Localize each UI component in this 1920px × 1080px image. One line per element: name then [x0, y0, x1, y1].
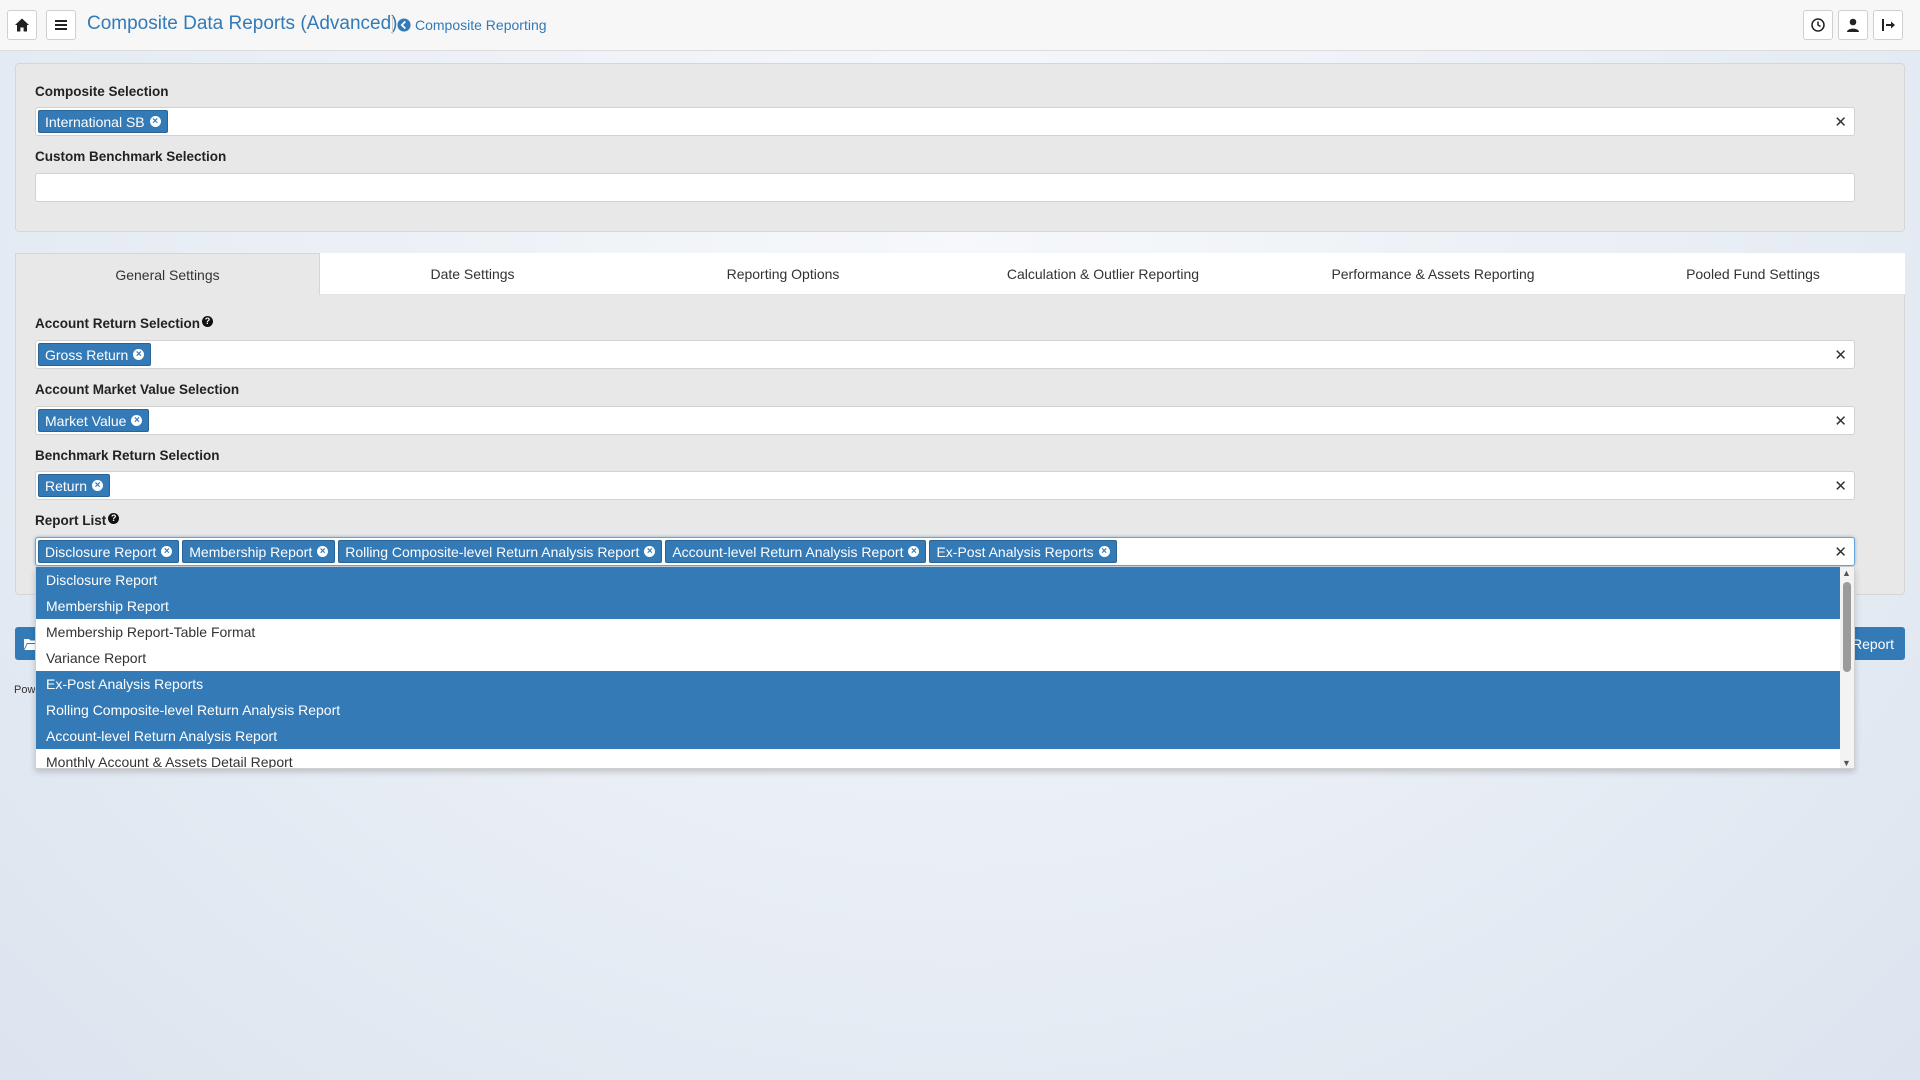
tab-performance-assets[interactable]: Performance & Assets Reporting [1265, 253, 1601, 295]
footer-powered-by: Pow [14, 684, 36, 696]
scroll-thumb[interactable] [1843, 582, 1851, 672]
report-tag: Account-level Return Analysis Report × [665, 540, 927, 563]
report-list-dropdown: Disclosure Report Membership Report Member… [35, 567, 1855, 769]
dropdown-option[interactable]: Membership Report-Table Format [36, 619, 1840, 645]
dropdown-options: Disclosure Report Membership Report Member… [36, 567, 1854, 768]
dropdown-option[interactable]: Membership Report [36, 593, 1840, 619]
remove-tag-icon[interactable]: × [149, 116, 161, 127]
remove-tag-icon[interactable]: × [133, 349, 145, 360]
clear-composite-icon[interactable]: ✕ [1834, 113, 1847, 131]
settings-tabs: General Settings Date Settings Reporting… [15, 253, 1905, 295]
report-tag: Membership Report × [182, 540, 336, 563]
home-button[interactable] [7, 10, 37, 40]
help-icon[interactable]: ? [202, 316, 214, 327]
clear-benchmark-return-icon[interactable]: ✕ [1834, 477, 1847, 495]
clear-account-return-icon[interactable]: ✕ [1834, 346, 1847, 364]
breadcrumb-label: Composite Reporting [415, 17, 547, 33]
remove-tag-icon[interactable]: × [92, 480, 104, 491]
help-icon[interactable]: ? [108, 513, 120, 524]
user-icon [1847, 18, 1859, 32]
benchmark-return-input[interactable]: Return × ✕ [35, 471, 1855, 500]
menu-button[interactable] [46, 10, 76, 40]
custom-benchmark-input[interactable] [35, 173, 1855, 202]
composite-tag: International SB × [38, 110, 168, 133]
benchmark-return-label: Benchmark Return Selection [35, 448, 220, 463]
sign-out-icon [1882, 19, 1895, 31]
tab-calculation-outlier[interactable]: Calculation & Outlier Reporting [941, 253, 1265, 295]
report-tag: Ex-Post Analysis Reports × [929, 540, 1117, 563]
top-navbar: Composite Data Reports (Advanced) Compos… [0, 0, 1920, 51]
report-tag: Rolling Composite-level Return Analysis … [338, 540, 663, 563]
hamburger-menu-icon [55, 20, 67, 30]
report-tag: Disclosure Report × [38, 540, 180, 563]
breadcrumb-composite-reporting[interactable]: Composite Reporting [392, 16, 547, 34]
report-list-input[interactable]: Disclosure Report × Membership Report × Ro… [35, 537, 1855, 566]
dropdown-option[interactable]: Account-level Return Analysis Report [36, 723, 1840, 749]
scroll-down-icon[interactable]: ▼ [1842, 758, 1851, 768]
account-return-tag: Gross Return × [38, 343, 152, 366]
account-return-label: Account Return Selection? [35, 316, 214, 331]
dropdown-option[interactable]: Disclosure Report [36, 567, 1840, 593]
tab-general-settings[interactable]: General Settings [15, 253, 320, 295]
user-profile-button[interactable] [1838, 10, 1868, 40]
market-value-input[interactable]: Market Value × ✕ [35, 406, 1855, 435]
account-return-input[interactable]: Gross Return × ✕ [35, 340, 1855, 369]
scroll-up-icon[interactable]: ▲ [1842, 568, 1851, 578]
remove-tag-icon[interactable]: × [161, 546, 173, 557]
history-button[interactable] [1803, 10, 1833, 40]
remove-tag-icon[interactable]: × [644, 546, 656, 557]
page-title: Composite Data Reports (Advanced) [87, 13, 398, 34]
circle-arrow-left-icon [397, 18, 411, 32]
dropdown-option[interactable]: Rolling Composite-level Return Analysis … [36, 697, 1840, 723]
remove-tag-icon[interactable]: × [1098, 546, 1110, 557]
remove-tag-icon[interactable]: × [908, 546, 920, 557]
dropdown-scrollbar[interactable]: ▲ ▼ [1840, 567, 1854, 768]
benchmark-return-tag: Return × [38, 474, 111, 497]
market-value-tag: Market Value × [38, 409, 150, 432]
tab-pooled-fund-settings[interactable]: Pooled Fund Settings [1601, 253, 1905, 295]
dropdown-option[interactable]: Ex-Post Analysis Reports [36, 671, 1840, 697]
composite-selection-label: Composite Selection [35, 84, 169, 99]
remove-tag-icon[interactable]: × [131, 415, 143, 426]
report-list-label: Report List? [35, 513, 120, 528]
logout-button[interactable] [1873, 10, 1903, 40]
tab-reporting-options[interactable]: Reporting Options [625, 253, 941, 295]
market-value-label: Account Market Value Selection [35, 382, 240, 397]
clear-market-value-icon[interactable]: ✕ [1834, 412, 1847, 430]
clear-report-list-icon[interactable]: ✕ [1834, 543, 1847, 561]
home-icon [15, 18, 29, 32]
composite-selection-panel [15, 63, 1905, 232]
custom-benchmark-label: Custom Benchmark Selection [35, 149, 227, 164]
tab-date-settings[interactable]: Date Settings [320, 253, 625, 295]
dropdown-option[interactable]: Variance Report [36, 645, 1840, 671]
dropdown-option[interactable]: Monthly Account & Assets Detail Report [36, 749, 1840, 768]
composite-selection-input[interactable]: International SB × ✕ [35, 107, 1855, 136]
remove-tag-icon[interactable]: × [317, 546, 329, 557]
clock-icon [1811, 18, 1825, 32]
